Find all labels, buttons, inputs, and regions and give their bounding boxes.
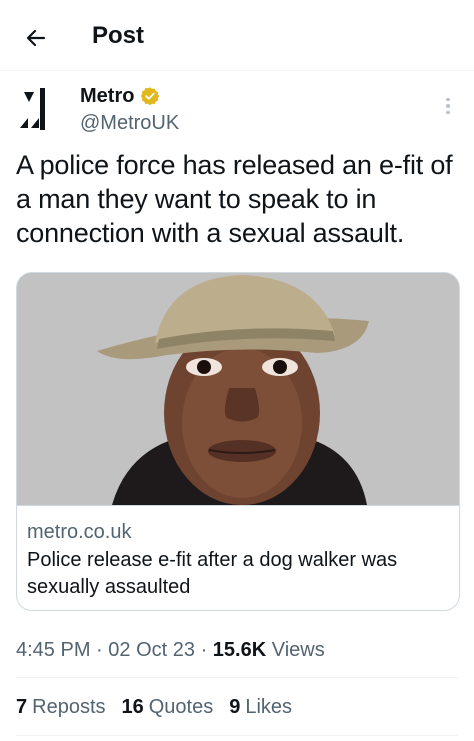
meta-separator: ·	[200, 639, 208, 661]
verified-badge-icon	[141, 87, 160, 106]
likes-stat[interactable]: 9 Likes	[229, 694, 292, 720]
likes-label: Likes	[245, 696, 293, 718]
avatar[interactable]	[16, 84, 68, 136]
link-card-title: Police release e-fit after a dog walker …	[27, 549, 398, 598]
author-name-row: Metro	[80, 84, 160, 108]
post-date[interactable]: 02 Oct 23	[108, 639, 195, 661]
quotes-count: 16	[121, 696, 144, 718]
likes-count: 9	[229, 696, 241, 718]
more-options-button[interactable]	[438, 94, 458, 118]
author-handle[interactable]: @MetroUK	[80, 111, 179, 135]
link-card[interactable]: metro.co.uk Police release e-fit after a…	[16, 272, 460, 611]
arrow-left-icon	[26, 29, 46, 47]
link-card-domain: metro.co.uk	[27, 521, 132, 543]
efit-portrait-image	[17, 273, 459, 505]
back-button[interactable]	[18, 20, 54, 56]
post-time[interactable]: 4:45 PM	[16, 639, 90, 661]
meta-separator: ·	[96, 639, 103, 661]
top-bar: Post	[0, 0, 474, 70]
link-card-image	[17, 273, 459, 505]
views-count: 15.6K	[212, 639, 267, 661]
quotes-stat[interactable]: 16 Quotes	[122, 694, 214, 720]
engagement-stats: 7 Reposts 16 Quotes 9 Likes	[16, 694, 292, 720]
quotes-label: Quotes	[148, 696, 214, 718]
more-vertical-icon	[446, 97, 450, 102]
post-meta: 4:45 PM · 02 Oct 23 · 15.6K Views	[16, 637, 325, 663]
metro-logo-icon	[20, 88, 45, 130]
link-card-divider	[17, 505, 459, 506]
page-title: Post	[92, 22, 145, 49]
author-display-name[interactable]: Metro	[80, 84, 134, 108]
stats-divider	[16, 735, 458, 736]
reposts-label: Reposts	[32, 696, 106, 718]
views-label: Views	[271, 639, 325, 661]
reposts-stat[interactable]: 7 Reposts	[16, 694, 106, 720]
reposts-count: 7	[16, 696, 28, 718]
header-divider	[0, 70, 474, 71]
post-text: A police force has released an e-fit of …	[16, 150, 453, 248]
meta-divider	[16, 677, 458, 678]
